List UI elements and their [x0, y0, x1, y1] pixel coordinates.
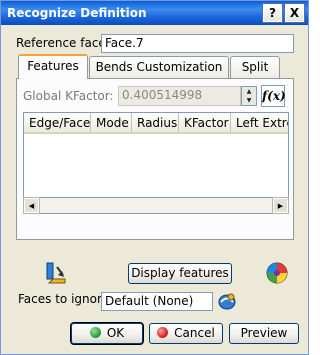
- spin-down-icon[interactable]: ▼: [242, 96, 256, 105]
- help-button[interactable]: ?: [262, 3, 283, 23]
- function-fx-icon: f(x): [262, 89, 286, 103]
- function-fx-button[interactable]: f(x): [261, 85, 286, 107]
- tab-label: Split: [241, 60, 269, 74]
- horizontal-scrollbar[interactable]: ◀ ▶: [23, 197, 289, 214]
- bend-select-icon: [46, 262, 66, 284]
- tab-label: Bends Customization: [95, 60, 223, 74]
- column-header-mode[interactable]: Mode: [91, 113, 132, 134]
- global-kfactor-label: Global KFactor:: [23, 89, 114, 103]
- reference-face-field[interactable]: Face.7: [101, 34, 294, 53]
- display-features-button[interactable]: Display features: [128, 263, 232, 284]
- tab-features[interactable]: Features: [18, 54, 88, 79]
- faces-to-ignore-label: Faces to ignore: [18, 292, 110, 306]
- face-selection-icon: [218, 293, 236, 310]
- dialog-title: Recognize Definition: [7, 6, 147, 20]
- scroll-right-icon[interactable]: ▶: [272, 197, 289, 214]
- title-bar: Recognize Definition ? X: [1, 1, 308, 25]
- recognize-definition-dialog: Recognize Definition ? X Reference face …: [0, 0, 309, 355]
- close-button[interactable]: X: [284, 3, 305, 23]
- column-header-left-extremity[interactable]: Left Extre: [231, 113, 288, 134]
- color-wheel-icon: [266, 262, 288, 284]
- color-wheel-button[interactable]: [265, 261, 289, 285]
- bend-select-button[interactable]: [44, 261, 68, 285]
- cancel-button[interactable]: Cancel: [149, 323, 223, 344]
- tab-label: Features: [27, 59, 79, 73]
- preview-button[interactable]: Preview: [229, 323, 299, 344]
- kfactor-spinner[interactable]: ▲ ▼: [241, 86, 257, 106]
- spin-up-icon[interactable]: ▲: [242, 87, 256, 96]
- question-mark-icon: ?: [269, 6, 276, 20]
- faces-to-ignore-field[interactable]: Default (None): [101, 292, 213, 311]
- cancel-icon: [157, 327, 169, 338]
- close-icon: X: [289, 6, 300, 20]
- tab-split[interactable]: Split: [230, 56, 280, 78]
- ok-button[interactable]: OK: [70, 322, 144, 345]
- cancel-label: Cancel: [174, 326, 215, 340]
- scroll-left-icon[interactable]: ◀: [23, 197, 40, 214]
- ok-icon: [89, 327, 101, 338]
- global-kfactor-field[interactable]: 0.400514998: [118, 86, 241, 106]
- column-header-edge-face[interactable]: Edge/Face: [24, 113, 91, 134]
- table-header: Edge/Face Mode Radius KFactor Left Extre: [24, 113, 288, 134]
- reference-face-label: Reference face: [16, 36, 106, 50]
- column-header-radius[interactable]: Radius: [132, 113, 179, 134]
- column-header-kfactor[interactable]: KFactor: [179, 113, 231, 134]
- tab-bends-customization[interactable]: Bends Customization: [89, 56, 229, 78]
- ok-label: OK: [106, 326, 125, 340]
- face-selection-button[interactable]: [217, 291, 237, 311]
